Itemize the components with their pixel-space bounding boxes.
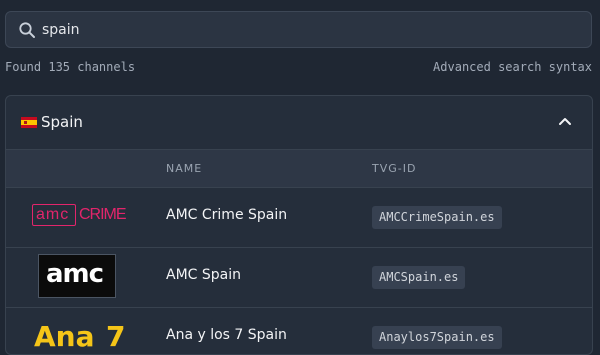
search-input[interactable]: spain (42, 12, 80, 48)
country-header[interactable]: Spain (6, 96, 592, 149)
search-icon (19, 22, 35, 38)
channel-logo: amc CRIME (32, 204, 127, 228)
column-header-tvgid: TVG-ID (372, 162, 417, 175)
results-meta: Found 135 channels Advanced search synta… (5, 60, 592, 76)
column-header-name: NAME (166, 162, 203, 175)
channel-name: Ana y los 7 Spain (166, 327, 287, 343)
table-header: NAME TVG-ID (6, 149, 592, 188)
tvg-id-badge[interactable]: AMCCrimeSpain.es (372, 206, 502, 229)
table-row[interactable]: amc CRIME AMC Crime Spain AMCCrimeSpain.… (6, 188, 592, 248)
tvg-id-badge[interactable]: AMCSpain.es (372, 266, 466, 289)
channel-name: AMC Crime Spain (166, 207, 288, 223)
table-row[interactable]: Ana 7 Ana y los 7 Spain Anaylos7Spain.es (6, 308, 592, 354)
tvg-id-badge[interactable]: Anaylos7Spain.es (372, 326, 502, 349)
country-name: Spain (41, 113, 83, 131)
flag-spain-icon (21, 117, 37, 128)
channel-logo: Ana 7 (34, 320, 126, 353)
channel-logo: amc (38, 254, 116, 298)
table-row[interactable]: amc AMC Spain AMCSpain.es (6, 248, 592, 308)
results-count: Found 135 channels (5, 60, 136, 74)
chevron-up-icon[interactable] (558, 116, 572, 126)
country-panel: Spain NAME TVG-ID amc CRIME AMC Crime Sp… (5, 95, 593, 355)
search-bar[interactable]: spain (5, 11, 592, 48)
channel-name: AMC Spain (166, 267, 241, 283)
advanced-search-link[interactable]: Advanced search syntax (433, 60, 592, 74)
